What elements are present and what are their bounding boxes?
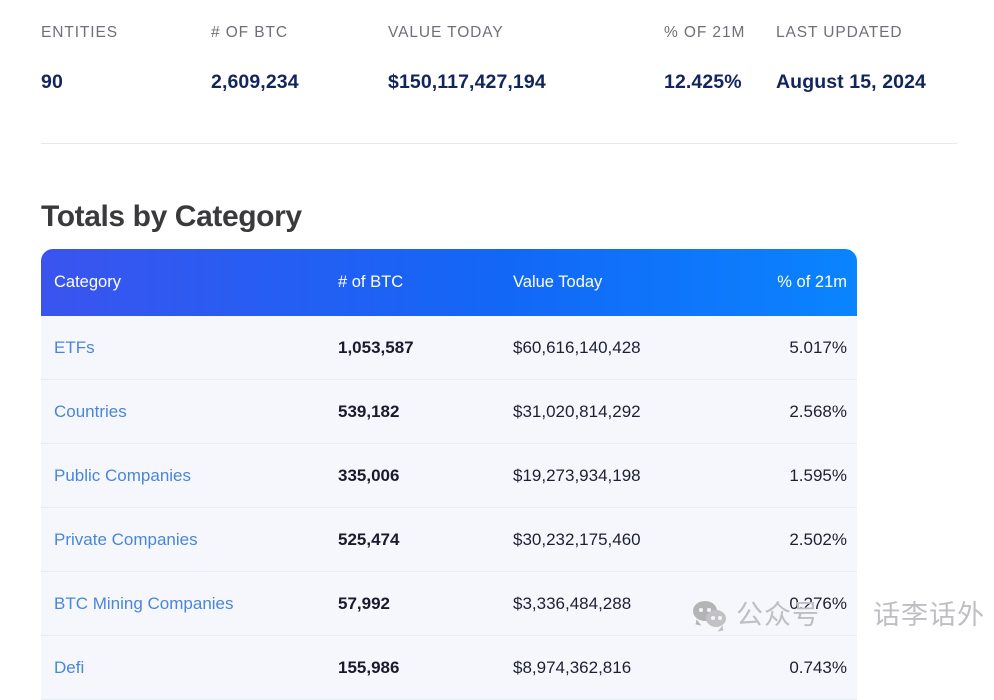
table-row[interactable]: Public Companies 335,006 $19,273,934,198…	[41, 444, 857, 508]
column-header-value-today[interactable]: Value Today	[513, 273, 716, 292]
table-row[interactable]: Defi 155,986 $8,974,362,816 0.743%	[41, 636, 857, 700]
page-title: Totals by Category	[41, 198, 302, 236]
category-link[interactable]: Private Companies	[54, 530, 198, 549]
summary-header-btc: # OF BTC	[211, 22, 388, 70]
summary-stats: ENTITIES # OF BTC VALUE TODAY % OF 21M L…	[41, 22, 957, 94]
column-header-pct-of-21m[interactable]: % of 21m	[716, 273, 857, 292]
cell-value: $30,232,175,460	[513, 530, 641, 549]
cell-btc: 525,474	[338, 530, 399, 549]
table-row[interactable]: BTC Mining Companies 57,992 $3,336,484,2…	[41, 572, 857, 636]
summary-value-entities: 90	[41, 70, 211, 94]
cell-btc: 539,182	[338, 402, 399, 421]
cell-pct: 0.743%	[789, 658, 847, 677]
watermark-account-name: 话李话外	[873, 598, 985, 632]
category-link[interactable]: Public Companies	[54, 466, 191, 485]
summary-value-value-today: $150,117,427,194	[388, 70, 664, 94]
column-header-category[interactable]: Category	[41, 273, 338, 292]
summary-value-row: 90 2,609,234 $150,117,427,194 12.425% Au…	[41, 70, 957, 94]
cell-value: $31,020,814,292	[513, 402, 641, 421]
summary-value-last-updated: August 15, 2024	[776, 70, 957, 94]
summary-value-btc: 2,609,234	[211, 70, 388, 94]
cell-value: $60,616,140,428	[513, 338, 641, 357]
cell-btc: 57,992	[338, 594, 390, 613]
table-row[interactable]: Countries 539,182 $31,020,814,292 2.568%	[41, 380, 857, 444]
totals-by-category-table: Category # of BTC Value Today % of 21m E…	[41, 249, 857, 700]
summary-header-row: ENTITIES # OF BTC VALUE TODAY % OF 21M L…	[41, 22, 957, 70]
cell-pct: 1.595%	[789, 466, 847, 485]
cell-value: $3,336,484,288	[513, 594, 631, 613]
summary-header-entities: ENTITIES	[41, 22, 211, 70]
cell-pct: 2.568%	[789, 402, 847, 421]
category-link[interactable]: Defi	[54, 658, 84, 677]
category-link[interactable]: Countries	[54, 402, 127, 421]
table-header-row: Category # of BTC Value Today % of 21m	[41, 249, 857, 316]
summary-value-pct-of-21m: 12.425%	[664, 70, 776, 94]
cell-pct: 2.502%	[789, 530, 847, 549]
summary-header-pct-of-21m: % OF 21M	[664, 22, 776, 70]
summary-divider	[41, 143, 957, 144]
cell-pct: 0.276%	[789, 594, 847, 613]
cell-value: $19,273,934,198	[513, 466, 641, 485]
summary-header-value-today: VALUE TODAY	[388, 22, 664, 70]
cell-btc: 155,986	[338, 658, 399, 677]
cell-value: $8,974,362,816	[513, 658, 631, 677]
column-header-btc[interactable]: # of BTC	[338, 273, 513, 292]
table-row[interactable]: Private Companies 525,474 $30,232,175,46…	[41, 508, 857, 572]
summary-header-last-updated: LAST UPDATED	[776, 22, 957, 70]
category-link[interactable]: BTC Mining Companies	[54, 594, 234, 613]
cell-btc: 335,006	[338, 466, 399, 485]
category-link[interactable]: ETFs	[54, 338, 95, 357]
cell-pct: 5.017%	[789, 338, 847, 357]
cell-btc: 1,053,587	[338, 338, 414, 357]
table-row[interactable]: ETFs 1,053,587 $60,616,140,428 5.017%	[41, 316, 857, 380]
